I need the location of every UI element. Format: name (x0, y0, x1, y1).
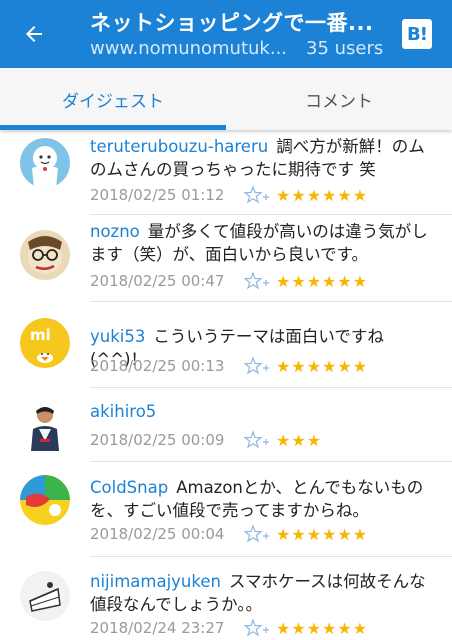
arrow-left-icon (26, 26, 42, 42)
tab-digest[interactable]: ダイジェスト (0, 68, 226, 130)
comment-text: ColdSnap Amazonとか、とんでもないものを、すごい値段で売ってますから… (90, 476, 430, 522)
person-avatar[interactable] (23, 401, 67, 451)
comment-text: teruterubouzu-hareru 調べ方が新鮮！のムのムさんの買っちゃった… (90, 135, 430, 181)
comment-meta: 2018/02/25 00:09 ★★★ (90, 428, 430, 452)
colorful-circle-avatar[interactable] (20, 475, 70, 525)
comment-username[interactable]: teruterubouzu-hareru (90, 137, 268, 156)
add-star-icon[interactable] (243, 185, 270, 205)
comment-date: 2018/02/25 00:04 (90, 525, 225, 543)
comment-meta: 2018/02/25 00:04 ★★★★★★ (90, 522, 430, 546)
comment-username[interactable]: nijimamajyuken (90, 572, 221, 591)
comment-meta: 2018/02/25 01:12 ★★★★★★ (90, 183, 430, 207)
comment-username[interactable]: nozno (90, 222, 140, 241)
comment-text: nozno 量が多くて値段が高いのは違う気がします（笑）が、面白いから良いです。 (90, 220, 430, 266)
add-star-icon[interactable] (243, 524, 270, 544)
tab-comment[interactable]: コメント (226, 68, 452, 130)
back-button[interactable] (14, 14, 54, 54)
comment-date: 2018/02/24 23:27 (90, 619, 225, 637)
list-item[interactable]: ColdSnap Amazonとか、とんでもないものを、すごい値段で売ってますから… (0, 462, 452, 557)
comment-meta: 2018/02/25 00:13 ★★★★★★ (90, 354, 430, 378)
comment-body: 量が多くて値段が高いのは違う気がします（笑）が、面白いから良いです。 (90, 222, 428, 264)
star-rating: ★★★★★★ (276, 185, 369, 205)
add-star-icon[interactable] (243, 618, 270, 638)
star-rating: ★★★★★★ (276, 271, 369, 291)
app-bar: ネットショッピングで一番... www.nomunomutuk... 35 us… (0, 0, 452, 68)
comment-date: 2018/02/25 00:47 (90, 272, 225, 290)
list-item[interactable]: teruterubouzu-hareru 調べ方が新鮮！のムのムさんの買っちゃった… (0, 130, 452, 215)
comment-username[interactable]: akihiro5 (90, 402, 156, 421)
comment-meta: 2018/02/24 23:27 ★★★★★★ (90, 616, 430, 640)
hatena-bookmark-button[interactable]: B! (402, 19, 432, 49)
star-rating: ★★★ (276, 430, 323, 450)
page-url[interactable]: www.nomunomutuk... (90, 38, 290, 59)
comment-text: akihiro5 (90, 400, 430, 423)
star-rating: ★★★★★★ (276, 356, 369, 376)
list-item[interactable]: akihiro5 2018/02/25 00:09 ★★★ (0, 388, 452, 462)
comment-meta: 2018/02/25 00:47 ★★★★★★ (90, 269, 430, 293)
comment-username[interactable]: yuki53 (90, 327, 145, 346)
comment-username[interactable]: ColdSnap (90, 478, 168, 497)
comment-date: 2018/02/25 01:12 (90, 186, 225, 204)
list-item[interactable]: nijimamajyuken スマホケースは何故そんな値段なんでしょうか。。 20… (0, 557, 452, 640)
list-item[interactable]: nozno 量が多くて値段が高いのは違う気がします（笑）が、面白いから良いです。 … (0, 215, 452, 302)
cake-slice-avatar[interactable] (20, 571, 70, 621)
glasses-face-avatar[interactable] (20, 230, 70, 280)
bookmark-users-count[interactable]: 35 users (306, 38, 383, 59)
add-star-icon[interactable] (243, 356, 270, 376)
page-title: ネットショッピングで一番... (90, 11, 374, 35)
star-rating: ★★★★★★ (276, 618, 369, 638)
comment-date: 2018/02/25 00:13 (90, 357, 225, 375)
star-rating: ★★★★★★ (276, 524, 369, 544)
comment-date: 2018/02/25 00:09 (90, 431, 225, 449)
add-star-icon[interactable] (243, 430, 270, 450)
list-item[interactable]: mi yuki53 こういうテーマは面白いですね(^^)！ 2018/02/25 … (0, 302, 452, 388)
svg-text:mi: mi (30, 326, 51, 344)
add-star-icon[interactable] (243, 271, 270, 291)
yellow-chick-avatar[interactable]: mi (20, 318, 70, 368)
comment-text: nijimamajyuken スマホケースは何故そんな値段なんでしょうか。。 (90, 570, 430, 616)
teru-teru-bozu-avatar[interactable] (20, 138, 70, 188)
tab-bar: ダイジェスト コメント (0, 68, 452, 130)
